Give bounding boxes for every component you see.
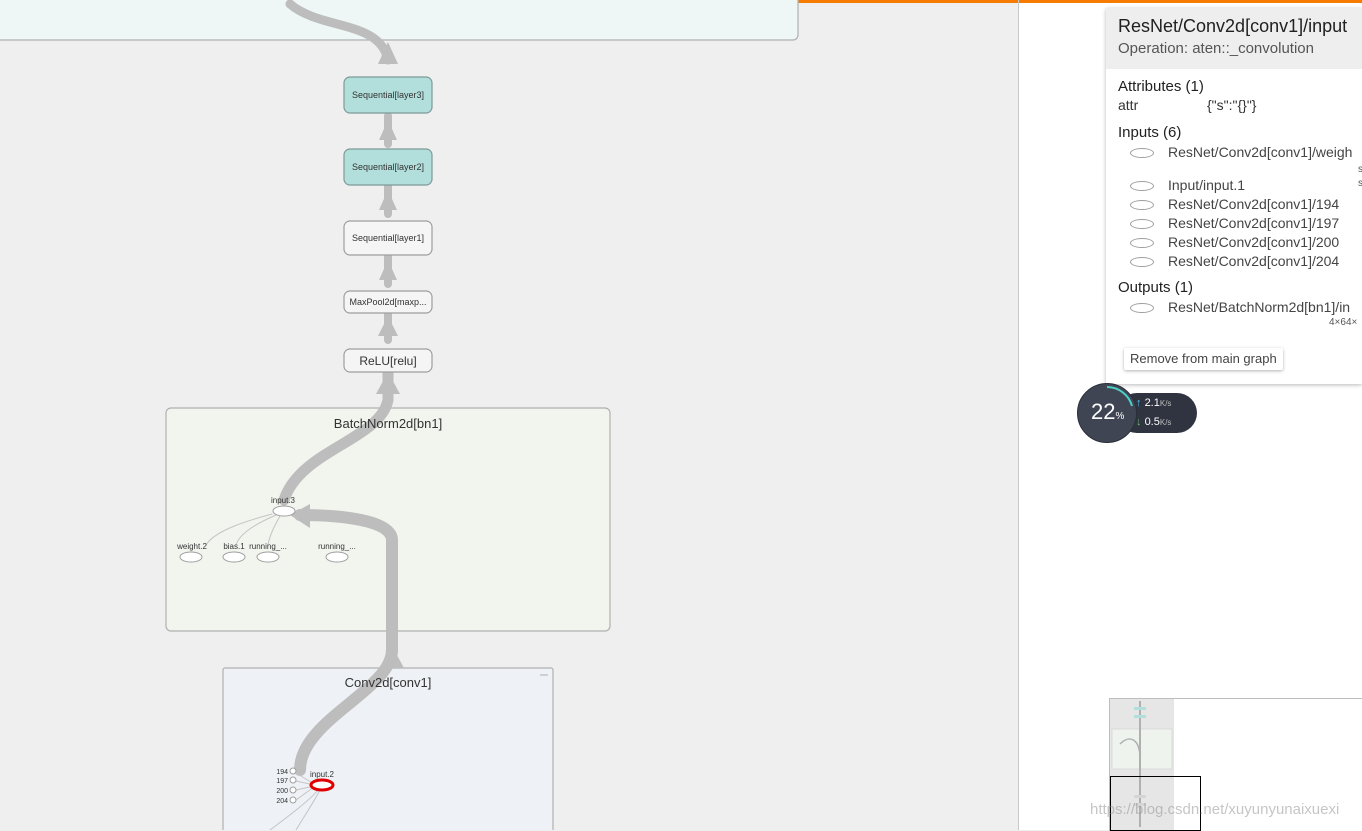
node-layer3-label: Sequential[layer3] [352,90,424,100]
svg-text:running_...: running_... [249,542,287,551]
conv1-title: Conv2d[conv1] [345,675,432,690]
node-layer1[interactable]: Sequential[layer1] [343,220,433,256]
info-header: ResNet/Conv2d[conv1]/input Operation: at… [1106,8,1362,69]
node-layer1-label: Sequential[layer1] [352,233,424,243]
input-node-icon [1130,181,1154,191]
top-metanode[interactable] [0,0,799,41]
remove-from-main-graph-button[interactable]: Remove from main graph [1124,348,1283,370]
svg-text:204: 204 [276,798,288,805]
down-arrow-icon: ↓ [1136,416,1142,428]
node-maxpool-label: MaxPool2d[maxp... [349,297,426,307]
node-layer3[interactable]: Sequential[layer3] [343,76,433,114]
node-relu[interactable]: ReLU[relu] [343,348,433,373]
attr-value: {"s":"{}"} [1207,97,1257,113]
outputs-header: Outputs (1) [1118,279,1194,296]
input-node-icon [1130,200,1154,210]
svg-text:running_...: running_... [318,542,356,551]
download-speed: ↓ 0.5K/s [1136,416,1172,428]
node-info-card: ResNet/Conv2d[conv1]/input Operation: at… [1106,8,1362,384]
node-layer2-label: Sequential[layer2] [352,162,424,172]
node-maxpool[interactable]: MaxPool2d[maxp... [343,290,433,314]
info-operation: Operation: aten::_convolution [1118,40,1314,57]
input-node-icon [1130,219,1154,229]
input-node-icon [1130,238,1154,248]
node-relu-label: ReLU[relu] [359,354,416,368]
up-arrow-icon: ↑ [1136,397,1142,409]
svg-text:weight.2: weight.2 [176,542,207,551]
bn1-input-label: input.3 [271,496,296,505]
conv1-collapse-icon[interactable] [540,674,548,676]
output-shape: 4×64× [1329,317,1358,328]
usage-gauge: 22% [1077,383,1137,443]
upload-speed: ↑ 2.1K/s [1136,397,1172,409]
svg-text:200: 200 [276,788,288,795]
input-node-icon [1130,148,1154,158]
svg-text:194: 194 [276,769,288,776]
svg-text:bias.1: bias.1 [223,542,245,551]
input-node-icon [1130,257,1154,267]
output-node-icon [1130,303,1154,313]
bn1-title: BatchNorm2d[bn1] [334,416,442,431]
conv1-group[interactable] [222,667,554,830]
info-title: ResNet/Conv2d[conv1]/input [1118,16,1348,36]
conv1-input-label: input.2 [310,770,335,779]
usage-percent: 22% [1091,399,1125,424]
attributes-header: Attributes (1) [1118,78,1204,95]
watermark: https://blog.csdn.net/xuyunyunaixuexi [1090,801,1340,818]
attr-key: attr [1118,97,1139,113]
inputs-header: Inputs (6) [1118,124,1182,141]
network-speed-widget[interactable]: ↑ 2.1K/s ↓ 0.5K/s 22% [1077,383,1197,443]
node-layer2[interactable]: Sequential[layer2] [343,148,433,186]
svg-text:197: 197 [276,778,288,785]
